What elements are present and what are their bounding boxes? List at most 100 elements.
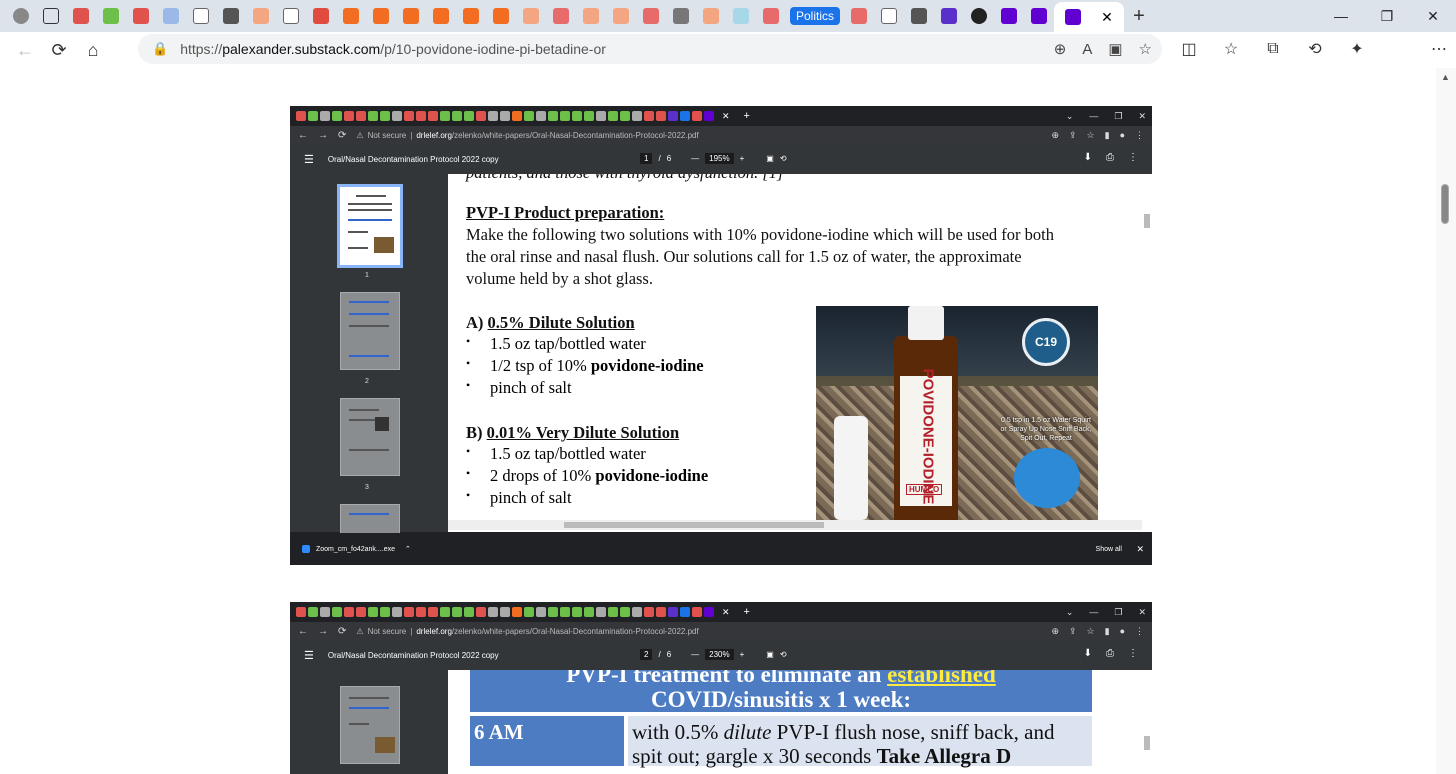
tab-active[interactable]: ✕ <box>1054 2 1125 32</box>
inner-share-icon[interactable]: ⇪ <box>1069 626 1077 637</box>
tab[interactable] <box>666 3 696 29</box>
pdf-more-icon[interactable]: ⋮ <box>1128 648 1138 659</box>
pdf-thumbnail-3[interactable] <box>340 398 400 476</box>
tab[interactable] <box>516 3 546 29</box>
home-button[interactable]: ⌂ <box>76 34 110 66</box>
inner-profile-icon[interactable]: ● <box>1120 626 1125 637</box>
tab[interactable] <box>66 3 96 29</box>
maximize-button[interactable]: ❐ <box>1364 0 1410 32</box>
close-download-shelf-icon[interactable]: ✕ <box>1136 544 1144 555</box>
inner-new-tab-icon[interactable]: + <box>744 110 750 122</box>
embedded-screenshot-2[interactable]: ✕ + ⌄ — ❐ ✕ ← → ⟳ ⚠ Not secure | drlelef.or… <box>290 602 1152 774</box>
tab[interactable] <box>96 3 126 29</box>
show-all-link[interactable]: Show all <box>1096 546 1122 553</box>
download-icon[interactable]: ⬇ <box>1084 152 1092 163</box>
pdf-zoom-input[interactable]: 230% <box>705 649 734 660</box>
download-icon[interactable]: ⬇ <box>1084 648 1092 659</box>
pdf-page-input[interactable]: 1 <box>640 153 653 164</box>
pdf-vscroll-thumb[interactable] <box>1144 214 1150 228</box>
zoom-in-icon[interactable]: + <box>740 154 745 163</box>
tab[interactable] <box>186 3 216 29</box>
zoom-out-icon[interactable]: — <box>691 154 699 163</box>
pdf-zoom-input[interactable]: 195% <box>705 153 734 164</box>
close-tab-icon[interactable]: ✕ <box>1101 9 1113 26</box>
print-icon[interactable]: ⎙ <box>1106 152 1114 163</box>
inner-close-tab-icon[interactable]: ✕ <box>722 607 730 618</box>
tab[interactable] <box>396 3 426 29</box>
print-icon[interactable]: ⎙ <box>1106 648 1114 659</box>
tab[interactable] <box>486 3 516 29</box>
inner-forward-icon[interactable]: → <box>318 626 328 637</box>
tab[interactable] <box>216 3 246 29</box>
tab[interactable] <box>934 3 964 29</box>
pdf-menu-icon[interactable]: ☰ <box>304 649 314 662</box>
profile-avatar[interactable] <box>6 3 36 29</box>
zoom-out-icon[interactable]: — <box>691 650 699 659</box>
tab[interactable] <box>336 3 366 29</box>
pdf-vertical-scrollbar[interactable] <box>1142 670 1152 774</box>
address-url[interactable]: https://palexander.substack.com/p/10-pov… <box>180 41 606 57</box>
inner-dropdown-icon[interactable]: ⌄ <box>1066 607 1074 618</box>
tab[interactable] <box>636 3 666 29</box>
inner-address-bar[interactable]: ← → ⟳ ⚠ Not secure | drlelef.org/zelenko… <box>290 126 1152 144</box>
tab[interactable] <box>426 3 456 29</box>
inner-minimize-icon[interactable]: — <box>1089 111 1098 122</box>
inner-menu-icon[interactable]: ⋮ <box>1135 130 1144 141</box>
tab[interactable] <box>606 3 636 29</box>
refresh-button[interactable]: ⟳ <box>42 34 76 66</box>
tab[interactable] <box>546 3 576 29</box>
history-icon[interactable]: ⟲ <box>1298 34 1332 64</box>
close-window-button[interactable]: ✕ <box>1410 0 1456 32</box>
inner-address-bar[interactable]: ← → ⟳ ⚠ Not secure | drlelef.org/zelenko… <box>290 622 1152 640</box>
pdf-vscroll-thumb[interactable] <box>1144 736 1150 750</box>
back-button[interactable]: ← <box>8 34 42 66</box>
split-screen-icon[interactable]: ◫ <box>1172 34 1206 64</box>
favorite-star-icon[interactable]: ☆ <box>1139 40 1152 58</box>
tab[interactable] <box>696 3 726 29</box>
extensions-icon[interactable]: ✦ <box>1340 34 1374 64</box>
download-file-name[interactable]: Zoom_cm_fo42ank....exe <box>316 546 395 553</box>
inner-forward-icon[interactable]: → <box>318 130 328 141</box>
pdf-thumbnail-1[interactable] <box>340 686 400 764</box>
zoom-in-icon[interactable]: + <box>740 650 745 659</box>
new-tab-button[interactable]: + <box>1124 3 1154 29</box>
inner-sidepanel-icon[interactable]: ▮ <box>1105 130 1110 141</box>
pdf-vertical-scrollbar[interactable] <box>1142 174 1152 532</box>
tab[interactable] <box>904 3 934 29</box>
tab[interactable] <box>726 3 756 29</box>
inner-zoom-icon[interactable]: ⊕ <box>1051 130 1059 141</box>
inner-back-icon[interactable]: ← <box>298 626 308 637</box>
inner-close-icon[interactable]: ✕ <box>1138 607 1146 618</box>
inner-reload-icon[interactable]: ⟳ <box>338 130 346 141</box>
pdf-thumbnail-1[interactable] <box>337 184 403 268</box>
zoom-icon[interactable]: ⊕ <box>1054 40 1067 58</box>
scroll-thumb[interactable] <box>1441 184 1449 224</box>
app-available-icon[interactable]: ▣ <box>1108 40 1122 58</box>
page-scrollbar[interactable]: ▲ <box>1436 68 1456 774</box>
scroll-up-icon[interactable]: ▲ <box>1441 72 1450 82</box>
favorites-icon[interactable]: ☆ <box>1214 34 1248 64</box>
tab-politics[interactable]: Politics <box>786 3 844 29</box>
tab[interactable] <box>306 3 336 29</box>
inner-star-icon[interactable]: ☆ <box>1087 130 1095 141</box>
inner-new-tab-icon[interactable]: + <box>744 606 750 618</box>
inner-reload-icon[interactable]: ⟳ <box>338 626 346 637</box>
download-chevron-icon[interactable]: ⌃ <box>405 545 411 553</box>
tab[interactable] <box>276 3 306 29</box>
inner-star-icon[interactable]: ☆ <box>1087 626 1095 637</box>
inner-close-icon[interactable]: ✕ <box>1138 111 1146 122</box>
tab[interactable] <box>576 3 606 29</box>
rotate-icon[interactable]: ⟲ <box>780 154 787 163</box>
inner-maximize-icon[interactable]: ❐ <box>1114 111 1122 122</box>
embedded-screenshot-1[interactable]: ✕ + ⌄ — ❐ ✕ ← → ⟳ ⚠ Not secure | drlelef.or… <box>290 106 1152 565</box>
minimize-button[interactable]: — <box>1318 0 1364 32</box>
tab[interactable] <box>156 3 186 29</box>
collections-icon[interactable]: ⧉ <box>1256 34 1290 64</box>
inner-share-icon[interactable]: ⇪ <box>1069 130 1077 141</box>
inner-dropdown-icon[interactable]: ⌄ <box>1066 111 1074 122</box>
inner-maximize-icon[interactable]: ❐ <box>1114 607 1122 618</box>
tab[interactable] <box>874 3 904 29</box>
rotate-icon[interactable]: ⟲ <box>780 650 787 659</box>
tab-actions-menu[interactable] <box>36 3 66 29</box>
tab[interactable] <box>994 3 1024 29</box>
